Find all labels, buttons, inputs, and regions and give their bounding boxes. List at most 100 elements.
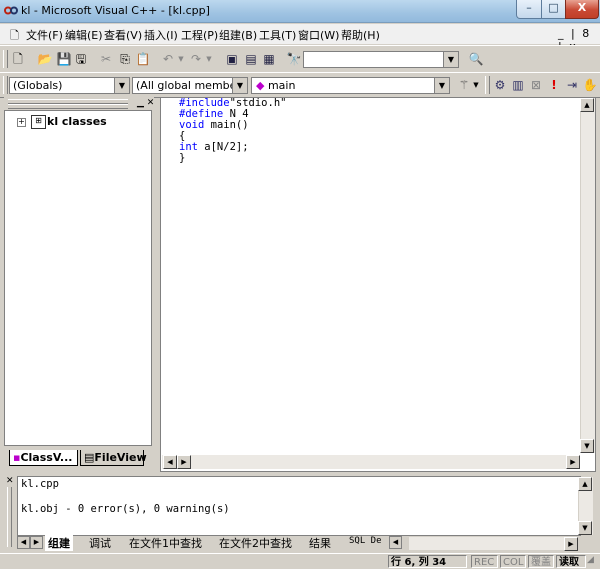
scroll-down-icon[interactable]: ▼	[578, 521, 592, 535]
scroll-down-icon[interactable]: ▼	[580, 439, 594, 453]
cut-icon[interactable]: ✂	[98, 51, 114, 67]
menu-window[interactable]: 窗口(W)	[298, 27, 339, 43]
new-file-icon[interactable]: 🗋	[10, 51, 26, 67]
output-line: kl.cpp	[21, 478, 59, 490]
find-icon[interactable]: 🔍	[468, 51, 484, 67]
members-combo[interactable]: (All global members ▼	[132, 77, 248, 94]
rec-indicator: REC	[471, 555, 498, 568]
tab-build[interactable]: 组建	[45, 535, 73, 551]
output-tabs: ◀ ▶ 组建 调试 在文件1中查找 在文件2中查找 结果 SQL De ◀	[17, 535, 409, 551]
tab-scroll-left-icon[interactable]: ◀	[17, 536, 30, 549]
tab-scroll-right-icon[interactable]: ▶	[30, 536, 43, 549]
function-combo-value: main	[267, 79, 296, 92]
scroll-up-icon[interactable]: ▲	[578, 477, 592, 491]
code-line[interactable]: void main()	[179, 120, 249, 131]
class-tree[interactable]: + ⊞ kl classes	[4, 110, 152, 446]
toolbar-grip[interactable]	[485, 76, 490, 94]
chevron-down-icon[interactable]: ▼	[232, 78, 247, 93]
method-diamond-icon: ◆	[256, 79, 265, 92]
menu-tools[interactable]: 工具(T)	[259, 27, 296, 43]
menu-build[interactable]: 组建(B)	[219, 27, 257, 43]
save-icon[interactable]: 💾	[56, 51, 72, 67]
compile-icon[interactable]: ⚙	[492, 77, 508, 93]
build-icon[interactable]: ▥	[510, 77, 526, 93]
menu-insert[interactable]: 插入(I)	[144, 27, 178, 43]
save-all-icon[interactable]: 🖫	[73, 51, 89, 67]
toolbar-grip[interactable]	[3, 76, 8, 94]
stop-build-icon[interactable]: ⊠	[528, 77, 544, 93]
code-editor[interactable]	[160, 97, 596, 472]
redo-dropdown-icon[interactable]: ▼	[201, 51, 217, 67]
function-combo[interactable]: ◆ main ▼	[251, 77, 450, 94]
window-list-icon[interactable]: ▦	[261, 51, 277, 67]
undo-dropdown-icon[interactable]: ▼	[173, 51, 189, 67]
title-bar: kl - Microsoft Visual C++ - [kl.cpp] – □…	[0, 0, 600, 23]
chevron-down-icon[interactable]: ▼	[443, 52, 458, 67]
fileview-icon: ▤	[84, 451, 95, 464]
infinity-app-icon	[4, 6, 18, 15]
toolbar-grip[interactable]	[3, 50, 8, 68]
pane-grip[interactable]	[7, 487, 12, 547]
tab-classview[interactable]: ▪ClassV...	[9, 450, 78, 466]
menu-edit[interactable]: 编辑(E)	[65, 27, 103, 43]
document-icon: 🗋	[10, 29, 19, 42]
tab-results[interactable]: 结果	[309, 535, 331, 551]
close-button[interactable]: X	[565, 0, 599, 19]
find-in-files-icon[interactable]: 🔭	[286, 51, 302, 67]
scroll-up-icon[interactable]: ▲	[580, 98, 594, 112]
chevron-down-icon[interactable]: ▼	[114, 78, 129, 93]
scroll-right-icon[interactable]: ▶	[177, 455, 191, 469]
editor-spacer	[0, 100, 14, 112]
cursor-position: 行 6, 列 34	[388, 555, 467, 568]
code-line[interactable]: int a[N/2];	[179, 142, 249, 153]
scroll-left-icon[interactable]: ◀	[163, 455, 177, 469]
tab-find-in-files-1[interactable]: 在文件1中查找	[129, 535, 202, 551]
pane-close-icon[interactable]: ▁ ✕	[137, 98, 154, 108]
paste-icon[interactable]: 📋	[135, 51, 151, 67]
tab-debug[interactable]: 调试	[89, 535, 111, 551]
standard-toolbar: 🗋 📂 💾 🖫 ✂ ⎘ 📋 ↶ ▼ ↷ ▼ ▣ ▤ ▦ 🔭 ▼ 🔍	[0, 45, 600, 72]
tab-fileview[interactable]: ▤FileView	[80, 450, 147, 466]
wizardbar-toolbar: (Globals) ▼ (All global members ▼ ◆ main…	[0, 72, 600, 98]
resize-grip-icon[interactable]: ◢	[587, 555, 594, 565]
tab-sql-debugging[interactable]: SQL De	[349, 536, 385, 546]
code-line[interactable]: }	[179, 153, 185, 164]
chevron-down-icon[interactable]: ▼	[434, 78, 449, 93]
menu-view[interactable]: 查看(V)	[104, 27, 142, 43]
menu-project[interactable]: 工程(P)	[181, 27, 218, 43]
output-horizontal-scrollbar[interactable]	[409, 537, 578, 550]
editor-horizontal-scrollbar[interactable]	[162, 455, 580, 469]
execute-icon[interactable]: !	[546, 77, 562, 93]
tab-find-in-files-2[interactable]: 在文件2中查找	[219, 535, 292, 551]
copy-icon[interactable]: ⎘	[117, 51, 133, 67]
window-title: kl - Microsoft Visual C++ - [kl.cpp]	[21, 4, 210, 17]
menu-help[interactable]: 帮助(H)	[341, 27, 380, 43]
breakpoint-icon[interactable]: ✋	[582, 77, 598, 93]
maximize-button[interactable]: □	[541, 0, 566, 19]
expand-icon[interactable]: +	[17, 118, 26, 127]
actions-dropdown-icon[interactable]: ▼	[468, 77, 484, 93]
scroll-right-icon[interactable]: ▶	[566, 455, 580, 469]
classes-folder-icon: ⊞	[31, 115, 46, 129]
col-indicator: COL	[500, 555, 526, 568]
scope-combo[interactable]: (Globals) ▼	[9, 77, 130, 94]
editor-vertical-scrollbar[interactable]	[580, 98, 595, 453]
minimize-button[interactable]: –	[516, 0, 542, 19]
pane-grip[interactable]	[8, 104, 128, 109]
menu-file[interactable]: 文件(F)	[26, 27, 63, 43]
scroll-right-icon[interactable]: ▶	[564, 537, 578, 551]
pane-close-icon[interactable]: ✕	[6, 476, 14, 486]
read-indicator: 读取	[556, 555, 586, 568]
output-line: kl.obj - 0 error(s), 0 warning(s)	[21, 503, 230, 515]
go-icon[interactable]: ⇥	[564, 77, 580, 93]
tree-root-label[interactable]: kl classes	[47, 115, 107, 128]
scope-combo-value: (Globals)	[13, 79, 63, 92]
open-folder-icon[interactable]: 📂	[37, 51, 53, 67]
scroll-left-icon[interactable]: ◀	[389, 536, 402, 549]
menu-bar: 🗋 文件(F) 编辑(E) 查看(V) 插入(I) 工程(P) 组建(B) 工具…	[0, 24, 600, 53]
members-combo-value: (All global members	[136, 79, 247, 92]
ovr-indicator: 覆盖	[528, 555, 554, 568]
find-combo[interactable]: ▼	[303, 51, 459, 68]
output-window-icon[interactable]: ▤	[243, 51, 259, 67]
workspace-window-icon[interactable]: ▣	[224, 51, 240, 67]
